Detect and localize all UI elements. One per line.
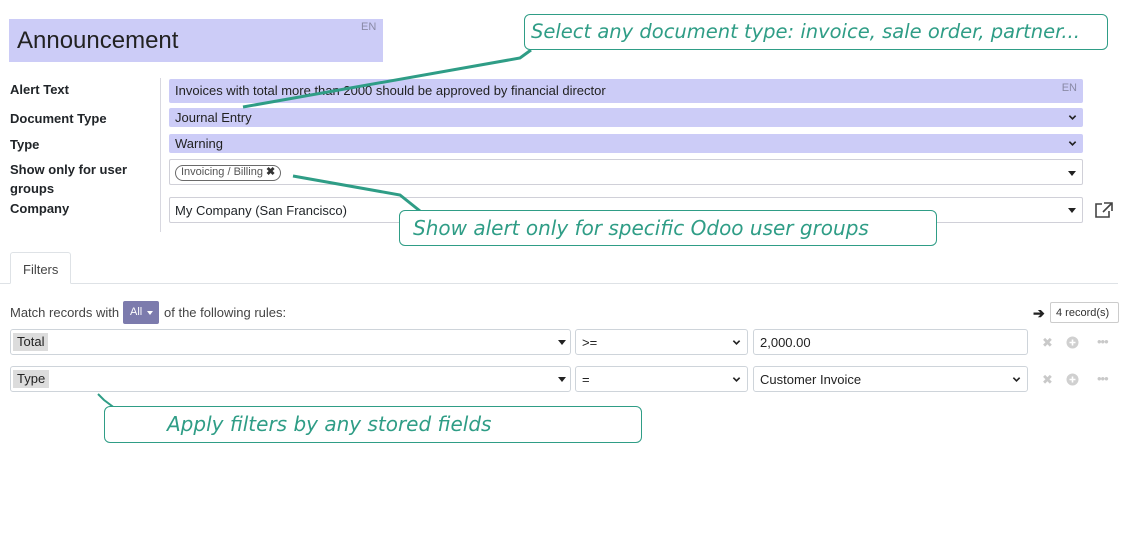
callout-document-type: Select any document type: invoice, sale … — [524, 14, 1108, 50]
callout-connectors — [97, 48, 532, 413]
callout-filters: Apply filters by any stored fields — [104, 406, 642, 443]
callout-user-groups: Show alert only for specific Odoo user g… — [399, 210, 937, 246]
